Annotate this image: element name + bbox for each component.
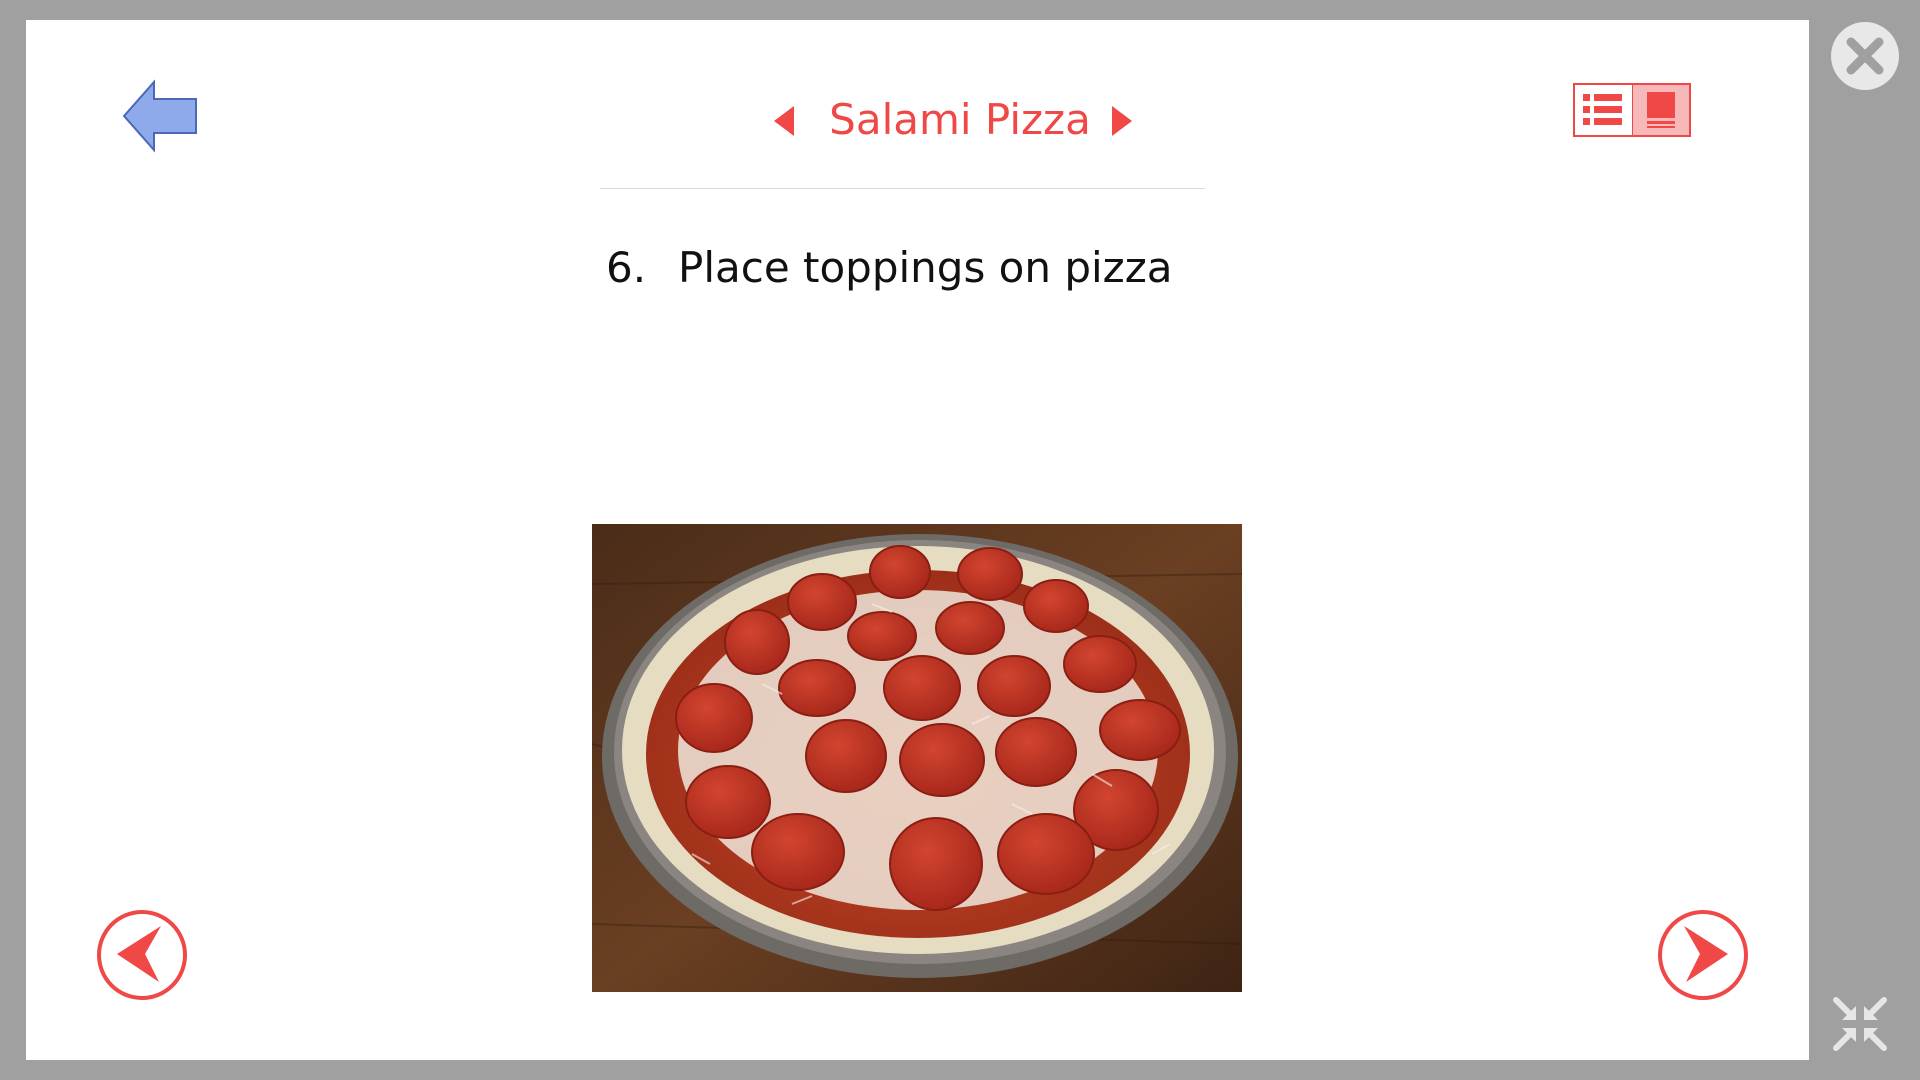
title-header: Salami Pizza [600,80,1205,189]
slide-view-button[interactable] [1632,85,1689,135]
back-button[interactable] [96,74,212,158]
recipe-switcher: Salami Pizza [600,90,1205,150]
close-icon [1831,22,1899,90]
step-photo [592,524,1242,992]
close-button[interactable] [1829,20,1901,92]
circle-arrow-right-icon [1658,910,1748,1000]
slide-view-icon [1646,92,1675,128]
next-step-button[interactable] [1656,908,1750,1002]
list-view-icon [1583,94,1623,125]
step-text: Place toppings on pizza [678,243,1173,292]
back-arrow-icon [122,79,197,153]
recipe-title: Salami Pizza [829,95,1091,144]
caret-left-icon [774,106,794,136]
view-toggle [1573,83,1691,137]
next-recipe-button[interactable] [1108,104,1136,138]
exit-fullscreen-button[interactable] [1830,994,1890,1054]
pizza-photo [592,524,1242,992]
circle-arrow-left-icon [97,910,187,1000]
caret-right-icon [1112,106,1132,136]
step-number: 6. [606,243,647,292]
step-instruction: 6. Place toppings on pizza [606,238,1173,298]
previous-step-button[interactable] [95,908,189,1002]
slide-canvas: Salami Pizza 6. Place toppings on pizza [26,20,1809,1060]
list-view-button[interactable] [1575,85,1633,135]
shrink-icon [1833,997,1887,1051]
previous-recipe-button[interactable] [770,104,798,138]
